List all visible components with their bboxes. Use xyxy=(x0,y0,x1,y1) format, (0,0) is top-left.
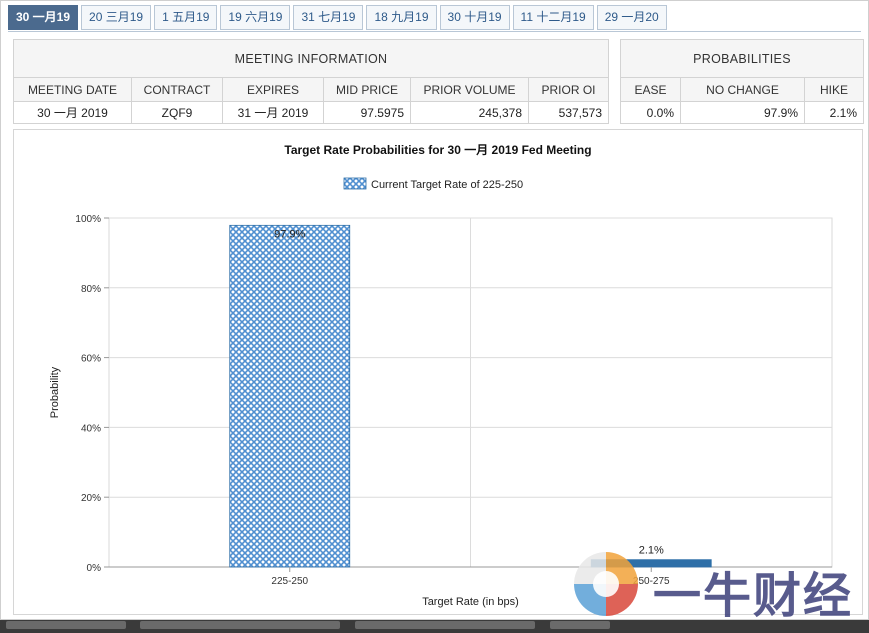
header-meeting-date: MEETING DATE xyxy=(13,77,132,102)
meeting-information-table: MEETING INFORMATION MEETING DATE CONTRAC… xyxy=(12,39,610,124)
legend-label: Current Target Rate of 225-250 xyxy=(371,179,523,191)
tab-meeting-3[interactable]: 19 六月19 xyxy=(220,5,291,30)
probability-chart: Target Rate Probabilities for 30 一月 2019… xyxy=(49,143,833,608)
chart-container: Target Rate Probabilities for 30 一月 2019… xyxy=(13,129,863,615)
tab-meeting-8[interactable]: 29 一月20 xyxy=(596,5,667,30)
legend-swatch xyxy=(343,177,367,190)
cell-ease: 0.0% xyxy=(620,101,681,124)
table-row: 0.0% 97.9% 2.1% xyxy=(620,101,865,124)
table-row: 30 一月 2019 ZQF9 31 一月 2019 97.5975 245,3… xyxy=(13,101,610,124)
cell-prior-oi: 537,573 xyxy=(527,101,610,124)
probabilities-caption: PROBABILITIES xyxy=(619,39,865,78)
y-tick-label: 0% xyxy=(87,563,102,574)
data-label-225-250: 97.9% xyxy=(274,228,305,240)
y-tick-label: 20% xyxy=(81,493,101,504)
x-tick-label: 225-250 xyxy=(271,576,308,587)
header-ease: EASE xyxy=(620,77,681,102)
bottom-obscured-text xyxy=(0,620,869,633)
probabilities-table: PROBABILITIES EASE NO CHANGE HIKE 0.0% 9… xyxy=(619,39,865,124)
fedwatch-panel: 30 一月19 20 三月19 1 五月19 19 六月19 31 七月19 18 九月1… xyxy=(0,0,869,624)
cell-mid-price: 97.5975 xyxy=(323,101,411,124)
legend: Current Target Rate of 225-250 xyxy=(343,177,523,191)
tab-meeting-7[interactable]: 11 十二月19 xyxy=(512,5,594,30)
y-tick-label: 60% xyxy=(81,354,101,365)
cell-hike: 2.1% xyxy=(803,101,865,124)
y-tick-label: 40% xyxy=(81,423,101,434)
header-contract: CONTRACT xyxy=(131,77,223,102)
meeting-tabs: 30 一月19 20 三月19 1 五月19 19 六月19 31 七月19 18 九月1… xyxy=(8,5,667,32)
header-mid-price: MID PRICE xyxy=(323,77,411,102)
cell-prior-volume: 245,378 xyxy=(410,101,529,124)
tab-meeting-5[interactable]: 18 九月19 xyxy=(366,5,437,30)
header-no-change: NO CHANGE xyxy=(680,77,805,102)
meeting-information-caption: MEETING INFORMATION xyxy=(12,39,610,78)
tab-underline xyxy=(8,31,861,32)
tab-meeting-4[interactable]: 31 七月19 xyxy=(293,5,364,30)
tab-meeting-0[interactable]: 30 一月19 xyxy=(8,5,79,30)
header-prior-volume: PRIOR VOLUME xyxy=(410,77,529,102)
tab-meeting-6[interactable]: 30 十月19 xyxy=(439,5,510,30)
cell-meeting-date: 30 一月 2019 xyxy=(13,101,132,124)
watermark: 一牛财经 xyxy=(561,546,861,624)
header-expires: EXPIRES xyxy=(222,77,324,102)
y-tick-label: 80% xyxy=(81,284,101,295)
header-hike: HIKE xyxy=(803,77,865,102)
bar-225-250 xyxy=(229,224,351,568)
x-axis-label: Target Rate (in bps) xyxy=(422,596,519,608)
cell-contract: ZQF9 xyxy=(131,101,223,124)
cell-no-change: 97.9% xyxy=(680,101,805,124)
chart-title: Target Rate Probabilities for 30 一月 2019… xyxy=(284,143,591,157)
y-axis-label: Probability xyxy=(49,366,61,418)
header-prior-oi: PRIOR OI xyxy=(527,77,610,102)
y-tick-label: 100% xyxy=(75,214,101,225)
cell-expires: 31 一月 2019 xyxy=(222,101,324,124)
watermark-text: 一牛财经 xyxy=(653,568,854,624)
yiniu-logo-icon xyxy=(574,552,638,616)
tab-meeting-1[interactable]: 20 三月19 xyxy=(81,5,152,30)
tab-meeting-2[interactable]: 1 五月19 xyxy=(154,5,218,30)
